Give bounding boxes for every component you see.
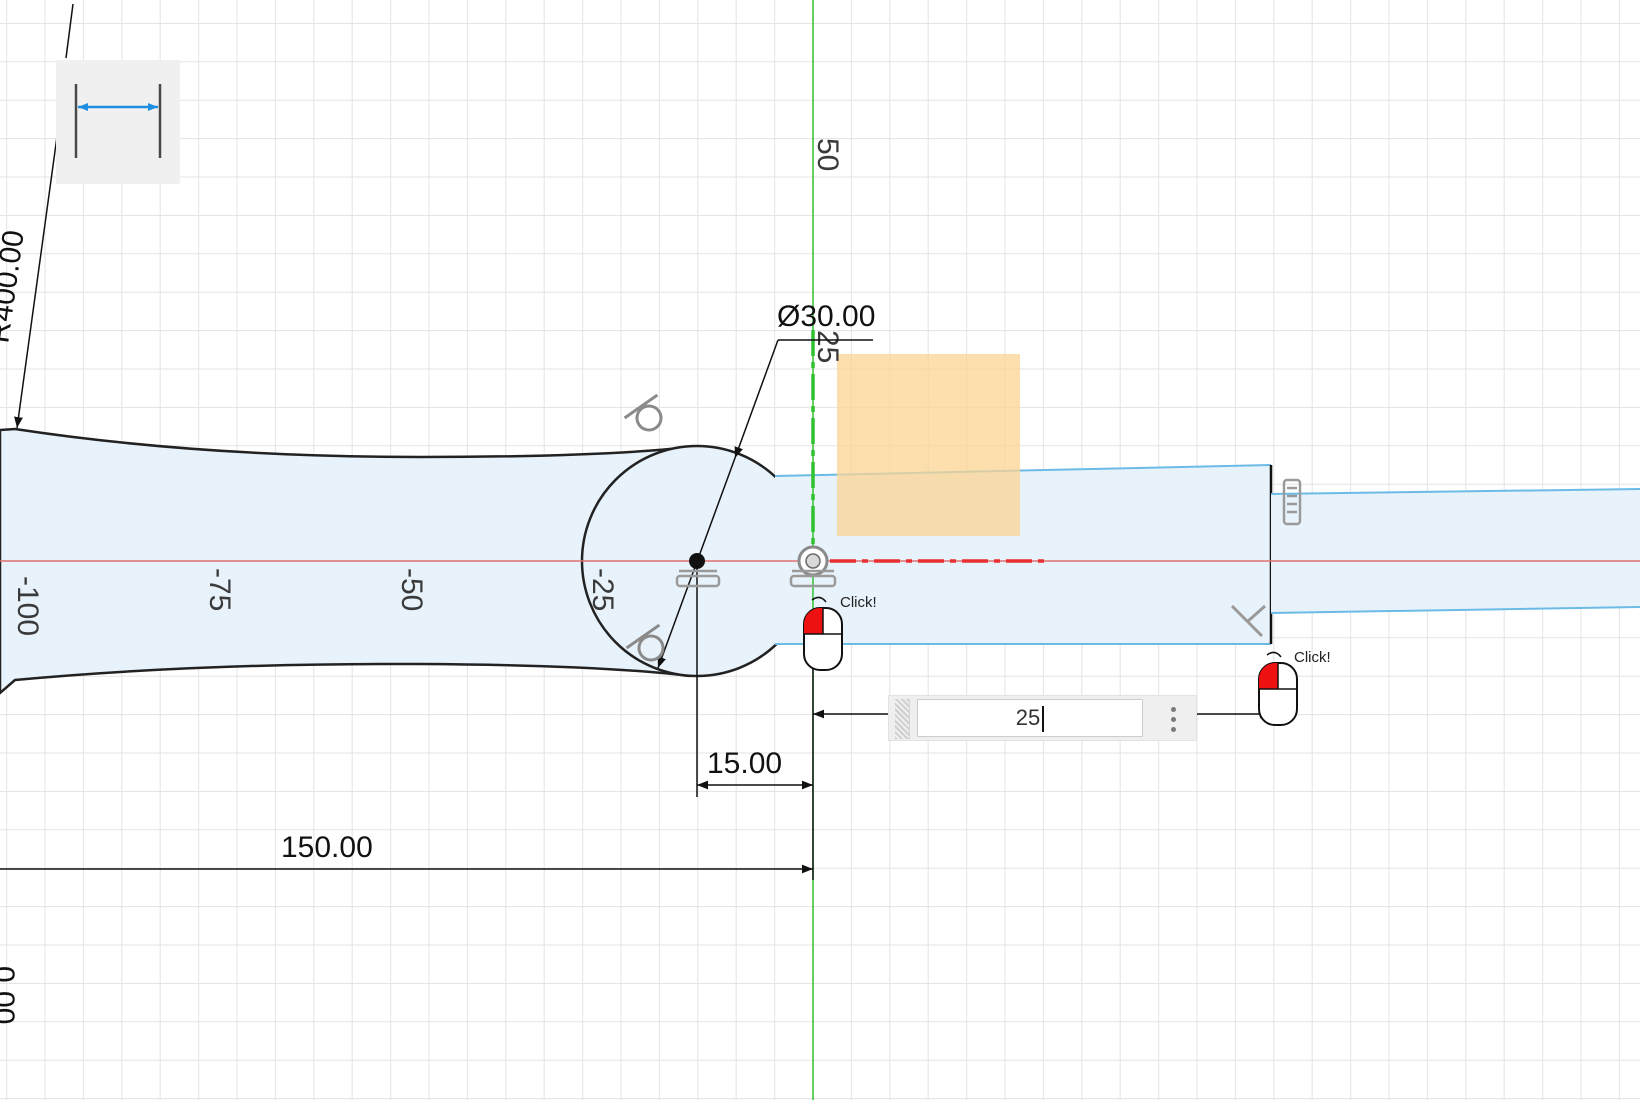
active-tool-indicator <box>56 60 180 184</box>
center-point[interactable] <box>689 553 705 569</box>
diameter-dimension-line <box>734 339 779 459</box>
x-tick-label: -50 <box>395 568 428 611</box>
sketch-canvas[interactable]: -100 -75 -50 -25 50 25 R400.00 Ø30.00 15… <box>0 0 1640 1100</box>
partial-bottom-dimension[interactable]: 0.00 <box>0 966 20 1024</box>
text-caret <box>1042 706 1045 733</box>
mouse-click-hint-label: Click! <box>1294 649 1331 666</box>
tangent-constraint-icon[interactable] <box>623 393 673 439</box>
x-tick-label: -25 <box>586 568 619 611</box>
mouse-left-click-icon <box>1258 651 1298 726</box>
extension-band <box>1271 489 1640 613</box>
x-tick-label: -75 <box>203 568 236 611</box>
dimension-input-box[interactable]: 25 <box>888 695 1197 741</box>
drag-handle[interactable] <box>895 699 910 739</box>
mouse-click-hint-label: Click! <box>840 594 877 611</box>
dimension-value-input[interactable]: 25 <box>917 699 1143 737</box>
diameter-dimension[interactable]: Ø30.00 <box>777 300 875 333</box>
dimension-value-text: 25 <box>1015 705 1041 730</box>
y-tick-label: 50 <box>811 138 844 171</box>
offset-large-dimension[interactable]: 150.00 <box>281 831 373 864</box>
highlight-square <box>837 354 1020 536</box>
offset-small-dimension[interactable]: 15.00 <box>707 747 782 780</box>
y-tick-label: 25 <box>811 330 844 363</box>
x-tick-label: -100 <box>11 576 44 636</box>
origin-point-inner <box>805 553 821 569</box>
radius-dimension[interactable]: R400.00 <box>0 228 31 345</box>
more-options-icon[interactable] <box>1161 702 1185 736</box>
dimension-icon <box>74 84 162 158</box>
